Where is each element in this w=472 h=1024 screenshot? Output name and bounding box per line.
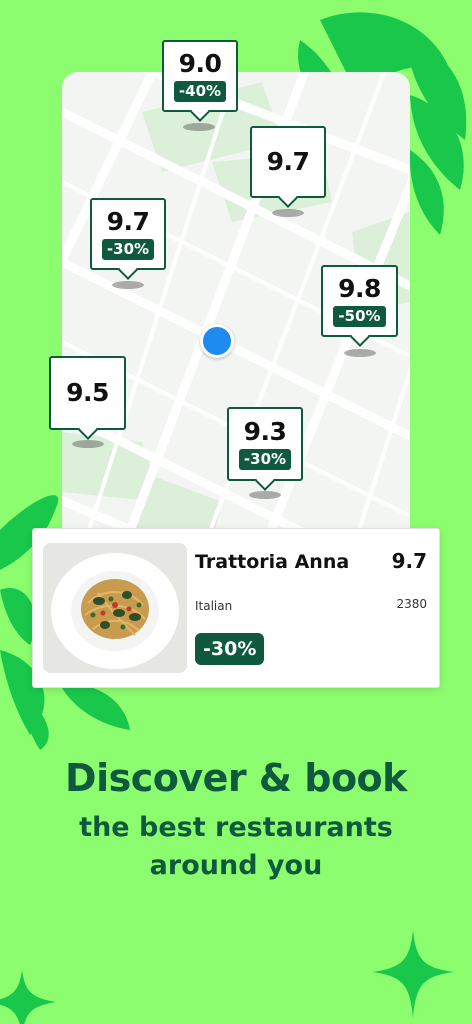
pin-rating: 9.7 <box>266 147 310 177</box>
pin-rating: 9.0 <box>178 49 222 79</box>
map-pin[interactable]: 9.3 -30% <box>227 407 303 481</box>
pin-shadow <box>183 123 215 131</box>
user-location-marker <box>200 324 234 358</box>
pasta-dish-image <box>43 543 187 673</box>
review-count: 2380 <box>396 597 427 611</box>
map-pin[interactable]: 9.7 -30% <box>90 198 166 270</box>
map-pin[interactable]: 9.8 -50% <box>321 265 398 337</box>
pin-shadow <box>249 491 281 499</box>
sparkle-icon <box>0 970 56 1024</box>
map-pin[interactable]: 9.5 <box>49 356 126 430</box>
pin-shadow <box>112 281 144 289</box>
restaurant-card[interactable]: Trattoria Anna 9.7 Italian 2380 -30% <box>32 528 440 688</box>
pin-rating: 9.3 <box>243 417 287 447</box>
restaurant-name: Trattoria Anna <box>195 551 350 573</box>
headline-subtitle: around you <box>149 850 323 881</box>
restaurant-photo <box>43 543 187 673</box>
restaurant-rating: 9.7 <box>391 549 427 573</box>
pin-rating: 9.7 <box>106 207 150 237</box>
headline-subtitle: the best restaurants <box>79 812 393 843</box>
pin-shadow <box>344 349 376 357</box>
map-pin[interactable]: 9.0 -40% <box>162 40 238 112</box>
pin-discount-badge: -40% <box>173 80 227 102</box>
pin-rating: 9.8 <box>338 274 381 304</box>
pin-discount-badge: -50% <box>333 305 386 327</box>
headline-title: Discover & book <box>65 756 407 800</box>
pin-discount-badge: -30% <box>238 448 292 470</box>
pin-rating: 9.5 <box>66 378 109 408</box>
pin-discount-badge: -30% <box>101 238 155 260</box>
restaurant-cuisine: Italian <box>195 599 233 613</box>
pin-shadow <box>72 440 104 448</box>
discount-badge: -30% <box>195 633 265 665</box>
sparkle-icon <box>372 930 454 1018</box>
map-pin[interactable]: 9.7 <box>250 126 326 198</box>
pin-shadow <box>272 209 304 217</box>
